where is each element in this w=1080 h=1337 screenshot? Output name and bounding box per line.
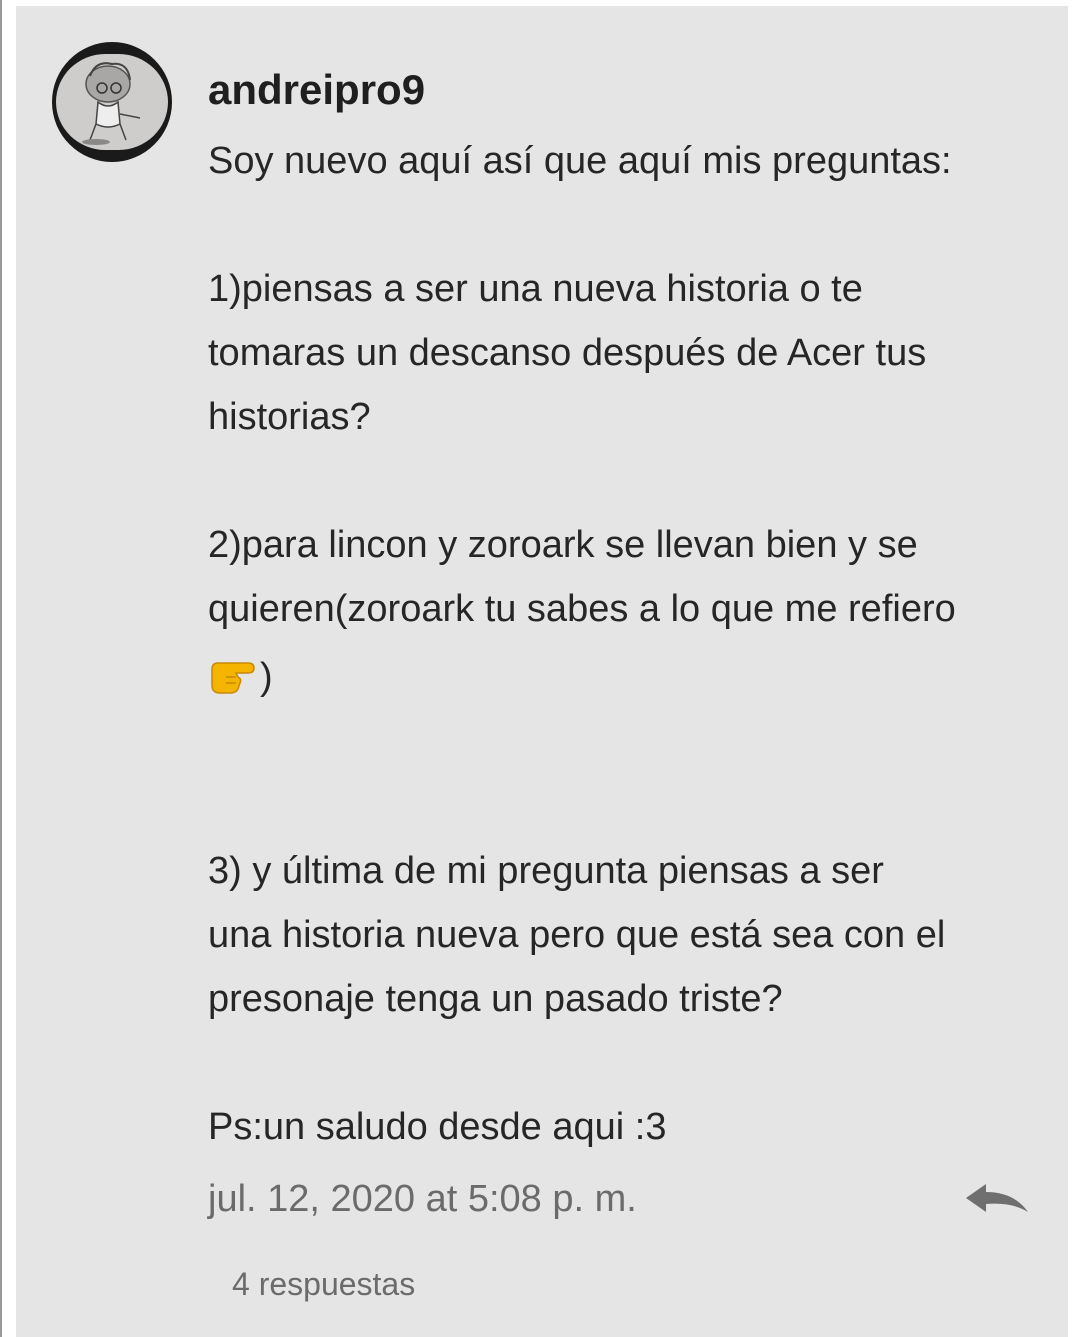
username[interactable]: andreipro9 — [208, 62, 425, 118]
comment-line-q2c: ) — [208, 652, 273, 708]
comment-line-q3b: una historia nueva pero que está sea con… — [208, 914, 946, 956]
avatar-drawing — [82, 62, 141, 145]
screen: andreipro9 Soy nuevo aquí así que aquí m… — [0, 0, 1080, 1337]
comment-line-q1a: 1)piensas a ser una nueva historia o te — [208, 268, 863, 310]
pointing-right-hand-icon — [208, 655, 260, 708]
comment-line-ps: Ps:un saludo desde aqui :3 — [208, 1106, 667, 1148]
comment-line-q1b: tomaras un descanso después de Acer tus — [208, 332, 927, 374]
replies-link[interactable]: 4 respuestas — [232, 1262, 415, 1306]
comment-line-q2a: 2)para lincon y zoroark se llevan bien y… — [208, 524, 918, 566]
comment-line-q1c: historias? — [208, 396, 371, 438]
comment-line-q3a: 3) y última de mi pregunta piensas a ser — [208, 850, 884, 892]
comment-line-intro: Soy nuevo aquí así que aquí mis pregunta… — [208, 140, 952, 182]
comment-line-q2c-text: ) — [260, 656, 273, 698]
comment-line-q2b: quieren(zoroark tu sabes a lo que me ref… — [208, 588, 956, 630]
comment-timestamp: jul. 12, 2020 at 5:08 p. m. — [208, 1178, 637, 1220]
comment-line-q3c: presonaje tenga un pasado triste? — [208, 978, 783, 1020]
reply-button[interactable] — [962, 1178, 1032, 1224]
reply-arrow-icon — [966, 1184, 1028, 1212]
avatar[interactable] — [52, 42, 172, 162]
avatar-image — [56, 54, 168, 150]
left-border — [0, 0, 2, 1337]
